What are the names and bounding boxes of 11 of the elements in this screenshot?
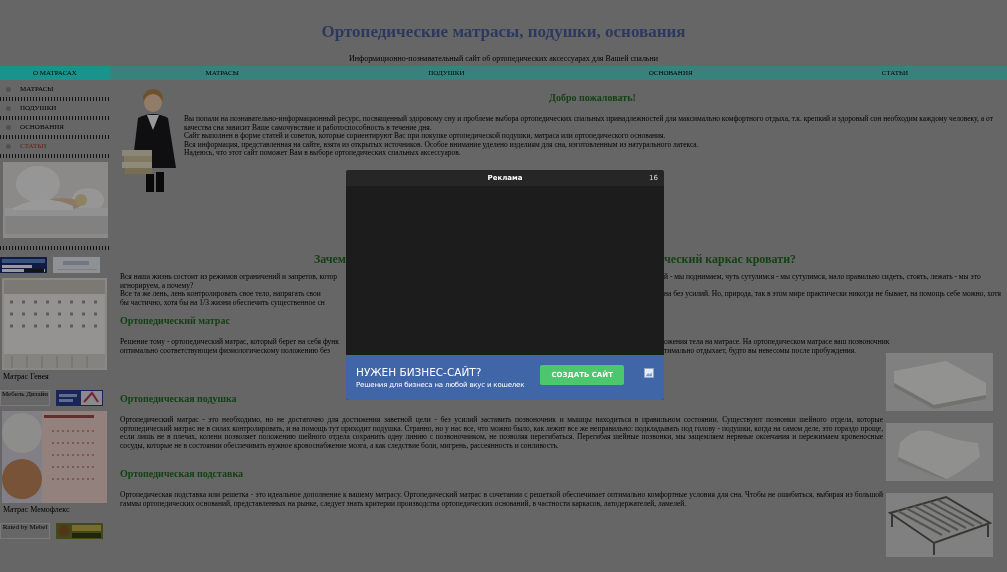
welcome-heading: Добро пожаловать! [548,92,637,103]
site-tagline: Информационно-познавательный сайт об ортопедических аксессуарах для Вашей спальни [347,54,660,63]
section-heading: Ортопедический матрас [120,315,231,326]
section-heading: Ортопедическая подставка [120,468,245,479]
site-title: Ортопедические матрасы, подушки, основания [320,22,687,42]
ad-headline: НУЖЕН БИЗНЕС-САЙТ? [356,366,483,378]
photo-caption: Матрас Мемофлекс [3,505,71,514]
photo-caption: Матрас Гевея [3,372,50,381]
section-heading: ческий каркас кровати? [664,252,798,267]
section-heading: Зачем [312,252,346,267]
section-heading: Ортопедическая подушка [120,393,238,404]
